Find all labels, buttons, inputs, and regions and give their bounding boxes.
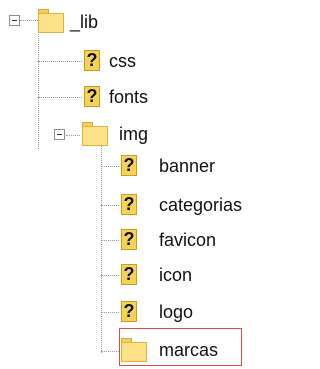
collapse-toggle-lib[interactable] [9, 15, 20, 26]
tree-node-marcas[interactable]: marcas [121, 332, 218, 368]
tree-node-label: css [109, 51, 136, 71]
tree-node-label: _lib [70, 12, 99, 32]
tree-line [38, 30, 39, 149]
tree-line [101, 351, 119, 352]
tree-node-label: logo [159, 302, 194, 322]
tree-line [101, 166, 119, 167]
tree-node-categorias[interactable]: ? categorias [121, 187, 242, 223]
tree-node-label: fonts [109, 87, 149, 107]
tree-node-label: marcas [159, 340, 219, 360]
tree-line [101, 275, 119, 276]
tree-line [101, 312, 119, 313]
unknown-file-icon: ? [84, 50, 100, 71]
tree-line [38, 61, 82, 62]
tree-node-img[interactable]: img [82, 116, 148, 152]
tree-node-label: banner [159, 156, 216, 176]
tree-node-logo[interactable]: ? logo [121, 294, 193, 330]
tree-line [101, 240, 119, 241]
unknown-file-icon: ? [84, 86, 100, 107]
tree-node-fonts[interactable]: ? fonts [84, 79, 148, 115]
folder-icon [38, 9, 64, 33]
tree-line [20, 20, 38, 21]
tree-node-lib[interactable]: _lib [38, 4, 98, 40]
folder-tree: _lib ? css ? fonts img ? banner ? catego… [0, 0, 272, 369]
tree-line [101, 205, 119, 206]
unknown-file-icon: ? [121, 155, 137, 176]
unknown-file-icon: ? [121, 194, 137, 215]
tree-line [38, 97, 82, 98]
tree-node-css[interactable]: ? css [84, 43, 136, 79]
collapse-toggle-img[interactable] [54, 129, 65, 140]
folder-icon [121, 338, 147, 362]
tree-node-banner[interactable]: ? banner [121, 148, 215, 184]
unknown-file-icon: ? [121, 301, 137, 322]
tree-node-favicon[interactable]: ? favicon [121, 222, 216, 258]
unknown-file-icon: ? [121, 229, 137, 250]
tree-node-label: categorias [159, 195, 243, 215]
tree-node-label: favicon [159, 230, 217, 250]
folder-icon [82, 122, 108, 146]
tree-node-icon[interactable]: ? icon [121, 257, 192, 293]
tree-line [66, 135, 80, 136]
tree-node-label: img [119, 124, 149, 144]
tree-line [101, 140, 102, 353]
tree-node-label: icon [159, 265, 193, 285]
unknown-file-icon: ? [121, 264, 137, 285]
